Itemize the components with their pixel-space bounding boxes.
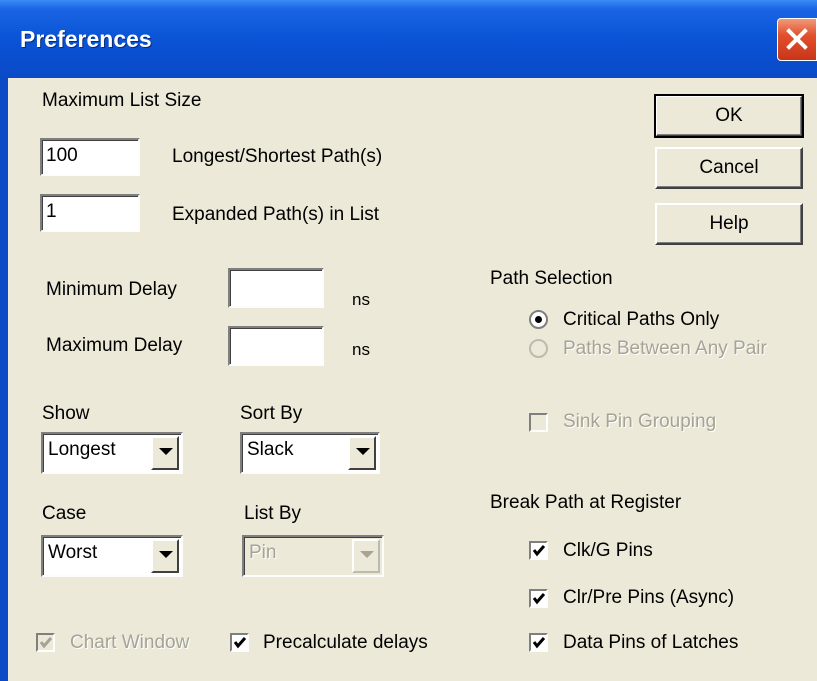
sink-pin-grouping-label[interactable]: Sink Pin Grouping xyxy=(563,411,716,433)
list-by-label: List By xyxy=(244,503,302,524)
sink-pin-grouping-checkbox[interactable] xyxy=(529,413,548,432)
title-bar: Preferences xyxy=(0,0,817,78)
show-label: Show xyxy=(42,403,90,424)
max-delay-label: Maximum Delay xyxy=(46,335,183,356)
max-delay-input[interactable] xyxy=(228,326,324,366)
precalculate-checkbox[interactable] xyxy=(230,633,249,652)
case-dropdown[interactable]: Worst xyxy=(41,535,183,577)
window-title: Preferences xyxy=(20,26,152,52)
help-button[interactable]: Help xyxy=(655,203,803,245)
chart-window-label[interactable]: Chart Window xyxy=(70,632,189,654)
min-delay-unit: ns xyxy=(352,290,370,309)
min-delay-input[interactable] xyxy=(228,268,324,308)
list-by-dropdown[interactable]: Pin xyxy=(242,535,384,577)
critical-paths-radio[interactable] xyxy=(529,310,548,329)
case-value: Worst xyxy=(48,542,98,563)
list-by-value: Pin xyxy=(249,542,277,563)
chart-window-checkbox[interactable] xyxy=(36,633,55,652)
show-value: Longest xyxy=(48,439,116,460)
expanded-paths-label: Expanded Path(s) in List xyxy=(172,204,380,225)
max-list-size-heading: Maximum List Size xyxy=(42,90,202,111)
longest-paths-value: 100 xyxy=(46,145,78,166)
clr-pins-checkbox[interactable] xyxy=(529,589,548,608)
checkmark-icon xyxy=(532,545,546,557)
window-frame-left xyxy=(0,78,8,681)
case-dropdown-button[interactable] xyxy=(151,539,179,573)
expanded-paths-value: 1 xyxy=(46,201,57,222)
radio-dot-icon xyxy=(535,316,542,323)
dropdown-arrow-icon xyxy=(159,448,173,455)
any-pair-label[interactable]: Paths Between Any Pair xyxy=(563,338,767,360)
close-button[interactable] xyxy=(777,18,817,61)
max-delay-unit: ns xyxy=(352,340,370,359)
clk-pins-checkbox[interactable] xyxy=(529,541,548,560)
close-icon xyxy=(786,28,808,50)
list-by-dropdown-button[interactable] xyxy=(352,539,380,573)
break-path-heading: Break Path at Register xyxy=(490,492,682,513)
data-pins-label[interactable]: Data Pins of Latches xyxy=(563,632,738,654)
ok-button[interactable]: OK xyxy=(654,94,804,138)
path-selection-heading: Path Selection xyxy=(490,268,613,289)
checkmark-icon xyxy=(532,593,546,605)
show-dropdown[interactable]: Longest xyxy=(41,432,183,474)
longest-paths-input[interactable]: 100 xyxy=(40,138,140,176)
precalculate-label[interactable]: Precalculate delays xyxy=(263,632,428,654)
clr-pins-label[interactable]: Clr/Pre Pins (Async) xyxy=(563,587,734,609)
any-pair-radio[interactable] xyxy=(529,339,548,358)
data-pins-checkbox[interactable] xyxy=(529,633,548,652)
dropdown-arrow-icon xyxy=(356,448,370,455)
dropdown-arrow-icon xyxy=(360,551,374,558)
sort-by-dropdown[interactable]: Slack xyxy=(240,432,380,474)
clk-pins-label[interactable]: Clk/G Pins xyxy=(563,540,653,562)
checkmark-icon xyxy=(233,637,247,649)
cancel-button[interactable]: Cancel xyxy=(655,147,803,189)
preferences-dialog: Preferences Maximum List Size 100 Longes… xyxy=(0,0,817,681)
checkmark-icon xyxy=(532,637,546,649)
case-label: Case xyxy=(42,503,87,524)
min-delay-label: Minimum Delay xyxy=(46,279,177,300)
sort-by-dropdown-button[interactable] xyxy=(348,436,376,470)
sort-by-label: Sort By xyxy=(240,403,303,424)
critical-paths-label[interactable]: Critical Paths Only xyxy=(563,309,719,331)
dropdown-arrow-icon xyxy=(159,551,173,558)
checkmark-icon xyxy=(39,637,53,649)
sort-by-value: Slack xyxy=(247,439,294,460)
expanded-paths-input[interactable]: 1 xyxy=(40,194,140,232)
longest-paths-label: Longest/Shortest Path(s) xyxy=(172,146,383,167)
show-dropdown-button[interactable] xyxy=(151,436,179,470)
